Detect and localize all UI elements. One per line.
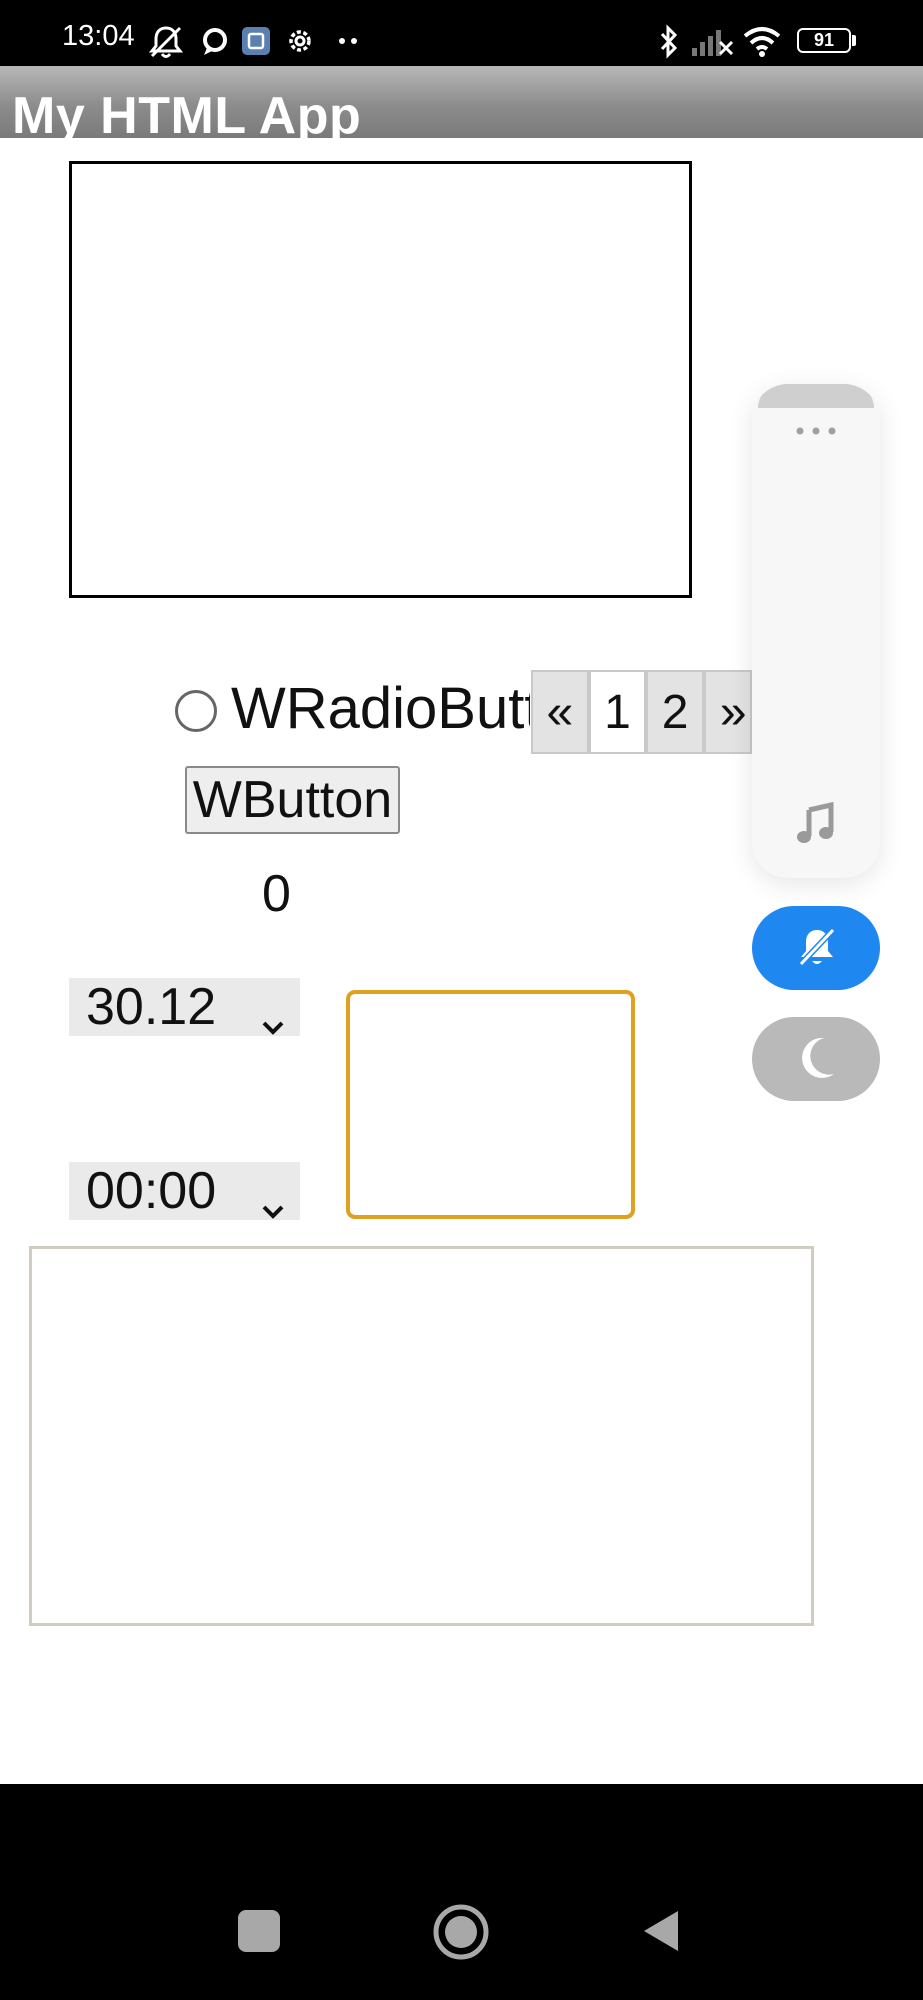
floating-panel[interactable] bbox=[752, 384, 880, 878]
time-select-value: 00:00 bbox=[86, 1162, 217, 1220]
bluetooth-icon bbox=[656, 24, 682, 65]
radio-circle-icon[interactable] bbox=[175, 690, 217, 732]
pagination: « 1 2 » bbox=[531, 670, 752, 754]
more-dots-icon bbox=[336, 24, 362, 63]
canvas-area[interactable] bbox=[69, 161, 692, 598]
battery-icon: 91 bbox=[797, 28, 851, 53]
recent-apps-icon[interactable] bbox=[238, 1910, 280, 1952]
navigation-bar bbox=[0, 1784, 923, 2000]
status-bar: 13:04 91 bbox=[0, 0, 923, 66]
pagination-page-2[interactable]: 2 bbox=[646, 670, 704, 754]
music-note-icon[interactable] bbox=[795, 801, 837, 851]
panel-handle[interactable] bbox=[758, 384, 874, 408]
dark-mode-toggle-button[interactable] bbox=[752, 1017, 880, 1101]
moon-icon bbox=[798, 1034, 838, 1087]
page-title: My HTML App bbox=[12, 87, 362, 138]
chat-bubble-icon bbox=[200, 24, 230, 63]
focused-input-box[interactable] bbox=[346, 990, 635, 1219]
pagination-next-button[interactable]: » bbox=[703, 670, 752, 754]
chevron-down-icon bbox=[260, 1178, 286, 1238]
settings-gear-icon bbox=[284, 24, 316, 63]
time-select[interactable]: 00:00 bbox=[69, 1162, 300, 1220]
app-notification-icon bbox=[240, 24, 272, 63]
home-icon[interactable] bbox=[432, 1903, 490, 1966]
mute-toggle-button[interactable] bbox=[752, 906, 880, 990]
date-select[interactable]: 30.12 bbox=[69, 978, 300, 1036]
wbutton[interactable]: WButton bbox=[185, 766, 400, 834]
text-area[interactable] bbox=[29, 1246, 814, 1626]
bell-mute-icon bbox=[796, 924, 838, 975]
status-time: 13:04 bbox=[62, 20, 135, 52]
back-icon[interactable] bbox=[640, 1907, 682, 1960]
radio-label: WRadioButton bbox=[231, 676, 530, 741]
radio-button[interactable]: WRadioButton bbox=[173, 675, 530, 745]
counter-value: 0 bbox=[262, 865, 291, 923]
wifi-icon bbox=[742, 24, 782, 63]
app-title-bar: My HTML App bbox=[0, 66, 923, 138]
date-select-value: 30.12 bbox=[86, 978, 217, 1036]
silent-mode-icon bbox=[146, 24, 186, 65]
cell-signal-icon bbox=[690, 24, 734, 65]
battery-tip bbox=[852, 35, 856, 46]
chevron-down-icon bbox=[260, 994, 286, 1054]
pagination-page-1[interactable]: 1 bbox=[588, 670, 647, 754]
more-dots-icon[interactable] bbox=[752, 418, 880, 438]
pagination-prev-button[interactable]: « bbox=[531, 670, 589, 754]
